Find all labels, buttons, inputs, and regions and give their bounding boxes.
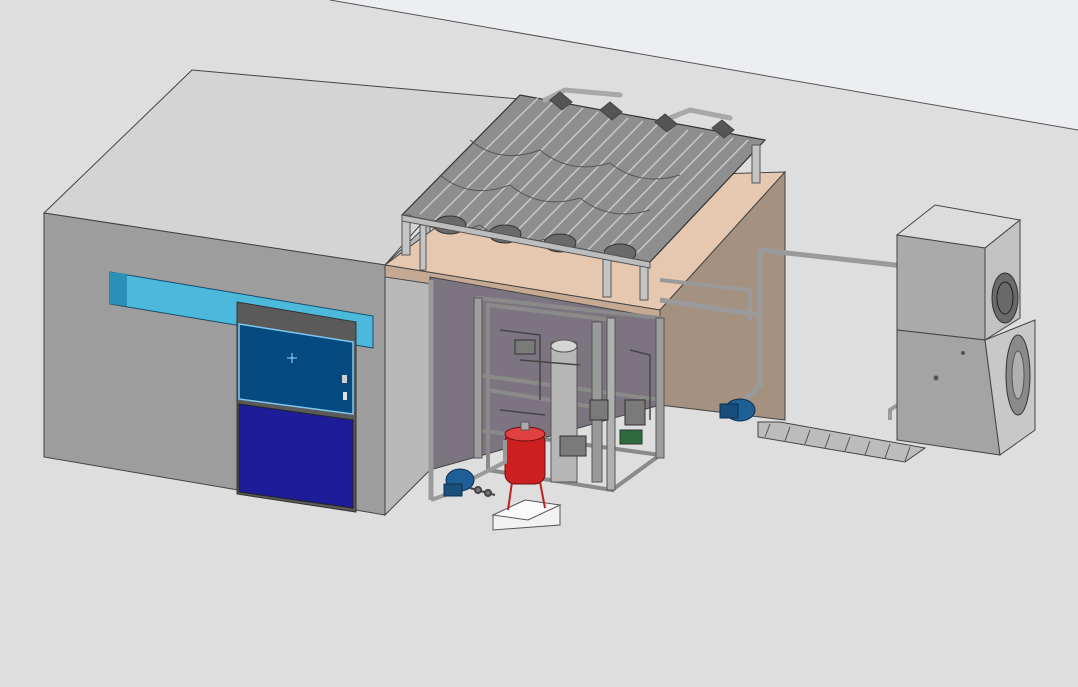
valve-train (469, 486, 496, 497)
skid-post-right (655, 317, 665, 459)
pump-right-housing (719, 403, 739, 419)
fan-icon (991, 272, 1019, 324)
cooler-lower-front (896, 329, 1001, 456)
cad-viewport[interactable] (0, 0, 1078, 683)
cooler-port (961, 351, 965, 355)
dry-cooler[interactable] (895, 204, 1036, 456)
door-header-end (110, 272, 127, 306)
vessel-cap (550, 339, 578, 353)
door-handle[interactable] (342, 375, 347, 383)
condenser-coil (1005, 334, 1031, 416)
cooler-upper-front (896, 234, 986, 341)
door-lower-panel[interactable] (238, 403, 354, 509)
vertical-vessel[interactable] (550, 339, 578, 483)
cooler-port (933, 375, 939, 381)
door-lock (343, 392, 347, 400)
tank-leg-left (507, 481, 513, 511)
pump-housing (443, 483, 463, 497)
cad-model-view[interactable] (0, 0, 1078, 683)
skid-post-left (473, 297, 483, 459)
tank-valve (520, 421, 530, 431)
